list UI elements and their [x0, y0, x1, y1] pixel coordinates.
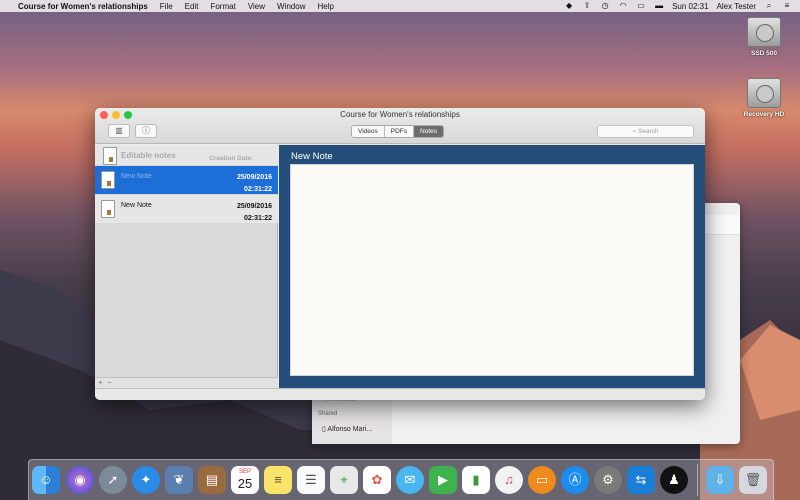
sidebar-section-shared: Shared	[318, 411, 338, 417]
menu-window[interactable]: Window	[277, 2, 305, 11]
app-window: Course for Women's relationships ▥ ⓘ Vid…	[95, 108, 705, 400]
tab-notes[interactable]: Notes	[414, 126, 443, 137]
note-title[interactable]: New Note	[291, 151, 333, 162]
note-date: 25/09/2016 02:31:22	[237, 172, 272, 196]
launchpad-icon[interactable]: ➚	[99, 466, 127, 494]
battery-icon[interactable]: ▬	[654, 2, 664, 10]
preview-icon[interactable]: ❦	[165, 466, 193, 494]
safari-icon[interactable]: ✦	[132, 466, 160, 494]
airplay-icon[interactable]: ▭	[636, 2, 646, 10]
list-footer: + −	[95, 377, 278, 388]
photos-icon[interactable]: ✿	[363, 466, 391, 494]
maps-icon[interactable]: ⌖	[330, 466, 358, 494]
notes-list-header: Editable notes Creation Date:	[95, 145, 278, 165]
ibooks-icon[interactable]: ▭	[528, 466, 556, 494]
sidebar-icon: ▥	[115, 126, 123, 135]
drive-label: SSD 500	[750, 50, 778, 57]
note-text-area[interactable]	[290, 164, 694, 376]
numbers-icon[interactable]: ▮	[462, 466, 490, 494]
menu-edit[interactable]: Edit	[185, 2, 199, 11]
trash-icon[interactable]: 🗑	[739, 466, 767, 494]
tab-videos[interactable]: Videos	[352, 126, 385, 137]
document-icon	[103, 147, 117, 165]
menu-format[interactable]: Format	[210, 2, 235, 11]
tab-pdfs[interactable]: PDFs	[384, 126, 415, 137]
add-note-button[interactable]: +	[98, 378, 103, 387]
notes-icon[interactable]: ≡	[264, 466, 292, 494]
note-name: New Note	[121, 202, 152, 209]
messages-icon[interactable]: ✉	[396, 466, 424, 494]
teamviewer-icon[interactable]: ⇆	[627, 466, 655, 494]
window-title: Course for Women's relationships	[340, 110, 460, 119]
dropbox-icon[interactable]: ◆	[564, 2, 574, 10]
list-title: Editable notes	[121, 151, 176, 160]
upload-icon[interactable]: ⇪	[582, 2, 592, 10]
user-menu[interactable]: Alex Tester	[717, 2, 756, 11]
siri-icon[interactable]: ◉	[66, 466, 94, 494]
app-store-icon[interactable]: Ⓐ	[561, 466, 589, 494]
menu-file[interactable]: File	[160, 2, 173, 11]
itunes-icon[interactable]: ♫	[495, 466, 523, 494]
note-date-value: 25/09/2016	[236, 203, 272, 210]
note-time-value: 02:31:22	[243, 215, 272, 222]
drive-label: Recovery HD	[743, 111, 785, 118]
info-icon: ⓘ	[142, 126, 150, 135]
finder-icon[interactable]: ☺	[32, 466, 60, 494]
title-bar: Course for Women's relationships ▥ ⓘ Vid…	[95, 108, 705, 144]
note-name: New Note	[121, 173, 152, 180]
note-editor-pane: New Note	[279, 145, 705, 388]
menu-help[interactable]: Help	[317, 2, 333, 11]
window-footer	[95, 388, 705, 400]
facetime-icon[interactable]: ▶	[429, 466, 457, 494]
spotlight-icon[interactable]: ⌕	[764, 2, 774, 10]
calendar-icon[interactable]: SEP 25	[231, 466, 259, 494]
status-area: ◆ ⇪ ◷ ◠ ▭ ▬ Sun 02:31 Alex Tester ⌕ ≡	[564, 2, 792, 11]
dock-separator	[697, 464, 698, 496]
calendar-day: 25	[237, 476, 253, 491]
note-row[interactable]: New Note 25/09/2016 02:31:22	[95, 195, 278, 223]
search-field[interactable]: ⌕ Search	[597, 125, 694, 138]
sidebar-item-shared[interactable]: ▯ Alfonso Mari...	[322, 425, 372, 433]
reminders-icon[interactable]: ☰	[297, 466, 325, 494]
menu-bar: Course for Women's relationships File Ed…	[0, 0, 800, 12]
contacts-icon[interactable]: ▤	[198, 466, 226, 494]
clock[interactable]: Sun 02:31	[672, 2, 708, 11]
note-date: 25/09/2016 02:31:22	[237, 201, 272, 225]
remove-note-button[interactable]: −	[107, 378, 112, 387]
app-menu[interactable]: Course for Women's relationships	[18, 2, 148, 11]
notification-center-icon[interactable]: ≡	[782, 2, 792, 10]
sidebar-toggle-button[interactable]: ▥	[108, 124, 130, 138]
document-icon	[101, 171, 115, 189]
system-preferences-icon[interactable]: ⚙	[594, 466, 622, 494]
menu-view[interactable]: View	[248, 2, 265, 11]
note-row[interactable]: New Note 25/09/2016 02:31:22	[95, 166, 278, 194]
search-placeholder: Search	[637, 128, 659, 135]
sidebar-item-label: Alfonso Mari...	[327, 426, 373, 433]
hard-drive-icon	[747, 17, 781, 47]
note-time-value: 02:31:22	[243, 186, 272, 193]
note-date-value: 25/09/2016	[236, 174, 272, 181]
notes-list-pane: Editable notes Creation Date: New Note 2…	[95, 145, 278, 388]
drive-ssd-500[interactable]: SSD 500	[743, 17, 785, 57]
downloads-folder-icon[interactable]: ⇩	[706, 466, 734, 494]
document-icon	[101, 200, 115, 218]
view-segmented-control: Videos PDFs Notes	[351, 125, 444, 138]
drive-recovery-hd[interactable]: Recovery HD	[736, 78, 792, 118]
calendar-month: SEP	[238, 469, 251, 475]
date-column-header: Creation Date:	[209, 155, 254, 162]
time-machine-icon[interactable]: ◷	[600, 2, 610, 10]
info-button[interactable]: ⓘ	[135, 124, 157, 138]
hard-drive-icon	[747, 78, 781, 108]
silhouette-app-icon[interactable]: ♟	[660, 466, 688, 494]
wifi-icon[interactable]: ◠	[618, 2, 628, 10]
